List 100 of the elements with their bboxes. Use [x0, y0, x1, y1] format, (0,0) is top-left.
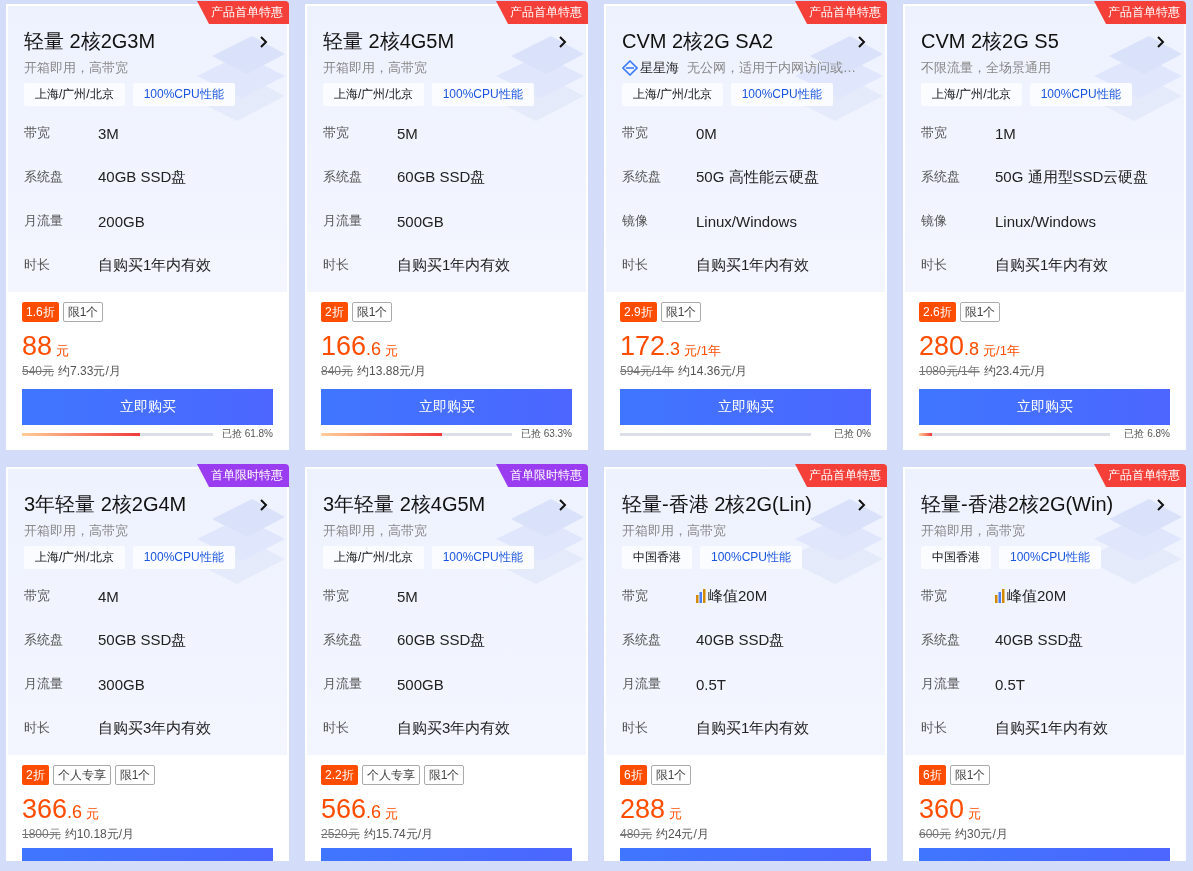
- buy-button[interactable]: 立即购买: [919, 389, 1170, 425]
- monthly-price: 约13.88元/月: [357, 363, 427, 380]
- price-unit: 元: [86, 805, 100, 823]
- chevron-right-icon[interactable]: [857, 34, 867, 49]
- promo-ribbon: 产品首单特惠: [197, 1, 289, 24]
- price-decimal: .6: [366, 339, 382, 360]
- spec-label: 时长: [622, 256, 649, 274]
- promo-ribbon: 产品首单特惠: [795, 1, 887, 24]
- buy-button[interactable]: 立即购买: [321, 389, 572, 425]
- spec-value: 50G 通用型SSD云硬盘: [995, 167, 1149, 187]
- limit-badge: 个人专享: [361, 765, 420, 785]
- product-subtitle: 不限流量，全场景通用: [921, 59, 1051, 77]
- promo-ribbon: 产品首单特惠: [496, 1, 588, 24]
- region-tag: 上海/广州/北京: [622, 83, 723, 106]
- chevron-right-icon[interactable]: [558, 34, 568, 49]
- price-unit: 元/1年: [684, 342, 721, 360]
- spec-label: 系统盘: [622, 631, 662, 649]
- original-price: 540元: [22, 363, 55, 380]
- spec-value: 峰值20M: [1007, 586, 1067, 606]
- price-unit: 元: [56, 342, 70, 360]
- feature-tag: 100%CPU性能: [132, 546, 235, 569]
- spec-value: 3M: [98, 124, 119, 142]
- spec-value: 40GB SSD盘: [696, 630, 785, 650]
- promo-ribbon: 产品首单特惠: [1094, 464, 1186, 487]
- chevron-right-icon[interactable]: [1156, 34, 1166, 49]
- promo-ribbon: 产品首单特惠: [795, 464, 887, 487]
- sold-percent: 已抢 0%: [833, 427, 871, 441]
- monthly-price: 约24元/月: [656, 826, 709, 843]
- spec-value: 自购买1年内有效: [995, 255, 1109, 275]
- spec-value: 5M: [397, 124, 418, 142]
- product-title: CVM 2核2G S5: [921, 29, 1059, 54]
- spec-value: 40GB SSD盘: [995, 630, 1084, 650]
- spec-value: 200GB: [98, 212, 145, 230]
- discount-badge: 2.6折: [919, 302, 956, 322]
- spec-value: 50G 高性能云硬盘: [696, 167, 819, 187]
- spec-label: 带宽: [622, 124, 649, 142]
- discount-badge: 6折: [620, 765, 647, 785]
- discount-badge: 2.2折: [321, 765, 358, 785]
- spec-value: 40GB SSD盘: [98, 167, 187, 187]
- sold-percent: 已抢 63.3%: [520, 427, 572, 441]
- feature-tag: 100%CPU性能: [1029, 83, 1132, 106]
- buy-button[interactable]: 立即购买: [22, 389, 273, 425]
- product-title: 轻量-香港2核2G(Win): [921, 492, 1114, 517]
- spec-value: 60GB SSD盘: [397, 630, 486, 650]
- spec-label: 系统盘: [323, 168, 363, 186]
- spec-label: 带宽: [921, 124, 948, 142]
- spec-value: 自购买1年内有效: [397, 255, 511, 275]
- spec-label: 时长: [622, 719, 649, 737]
- spec-label: 月流量: [323, 212, 363, 230]
- buy-button[interactable]: 立即购买: [620, 389, 871, 425]
- price-decimal: .3: [665, 339, 681, 360]
- product-subtitle: 开箱即用，高带宽: [24, 522, 128, 540]
- brand-logo-icon: [622, 60, 638, 76]
- region-tag: 上海/广州/北京: [24, 546, 125, 569]
- chevron-right-icon[interactable]: [558, 497, 568, 512]
- limit-badge: 限1个: [423, 765, 465, 785]
- original-price: 2520元: [321, 826, 360, 843]
- spec-label: 系统盘: [24, 631, 64, 649]
- chevron-right-icon[interactable]: [259, 34, 269, 49]
- original-price: 1800元: [22, 826, 61, 843]
- spec-label: 带宽: [622, 587, 649, 605]
- price-value: 360: [919, 794, 965, 825]
- spec-label: 带宽: [24, 587, 51, 605]
- chevron-right-icon[interactable]: [1156, 497, 1166, 512]
- price-value: 280: [919, 331, 965, 362]
- product-title: 轻量 2核2G3M: [24, 29, 156, 54]
- spec-value: 1M: [995, 124, 1016, 142]
- product-subtitle: 开箱即用，高带宽: [24, 59, 128, 77]
- promo-ribbon: 首单限时特惠: [496, 464, 588, 487]
- spec-value: 60GB SSD盘: [397, 167, 486, 187]
- original-price: 594元/1年: [620, 363, 675, 380]
- product-subtitle: 开箱即用，高带宽: [323, 522, 427, 540]
- spec-value: 峰值20M: [708, 586, 768, 606]
- spec-value: Linux/Windows: [995, 212, 1096, 230]
- region-tag: 中国香港: [622, 546, 692, 569]
- price-unit: 元: [385, 805, 399, 823]
- price-value: 366: [22, 794, 68, 825]
- spec-label: 系统盘: [323, 631, 363, 649]
- price-unit: 元: [385, 342, 399, 360]
- price-decimal: .6: [67, 802, 83, 823]
- chevron-right-icon[interactable]: [259, 497, 269, 512]
- monthly-price: 约30元/月: [955, 826, 1008, 843]
- price-value: 288: [620, 794, 666, 825]
- spec-value: 自购买3年内有效: [98, 718, 212, 738]
- price-value: 172: [620, 331, 666, 362]
- spec-label: 时长: [921, 256, 948, 274]
- product-title: CVM 2核2G SA2: [622, 29, 774, 54]
- spec-label: 时长: [323, 256, 350, 274]
- spec-value: 300GB: [98, 675, 145, 693]
- product-title: 轻量 2核4G5M: [323, 29, 455, 54]
- discount-badge: 2.9折: [620, 302, 657, 322]
- original-price: 600元: [919, 826, 952, 843]
- spec-value: 自购买3年内有效: [397, 718, 511, 738]
- feature-tag: 100%CPU性能: [431, 546, 534, 569]
- chevron-right-icon[interactable]: [857, 497, 867, 512]
- price-value: 566: [321, 794, 367, 825]
- feature-tag: 100%CPU性能: [700, 546, 803, 569]
- region-tag: 上海/广州/北京: [323, 546, 424, 569]
- feature-tag: 100%CPU性能: [730, 83, 833, 106]
- monthly-price: 约23.4元/月: [983, 363, 1047, 380]
